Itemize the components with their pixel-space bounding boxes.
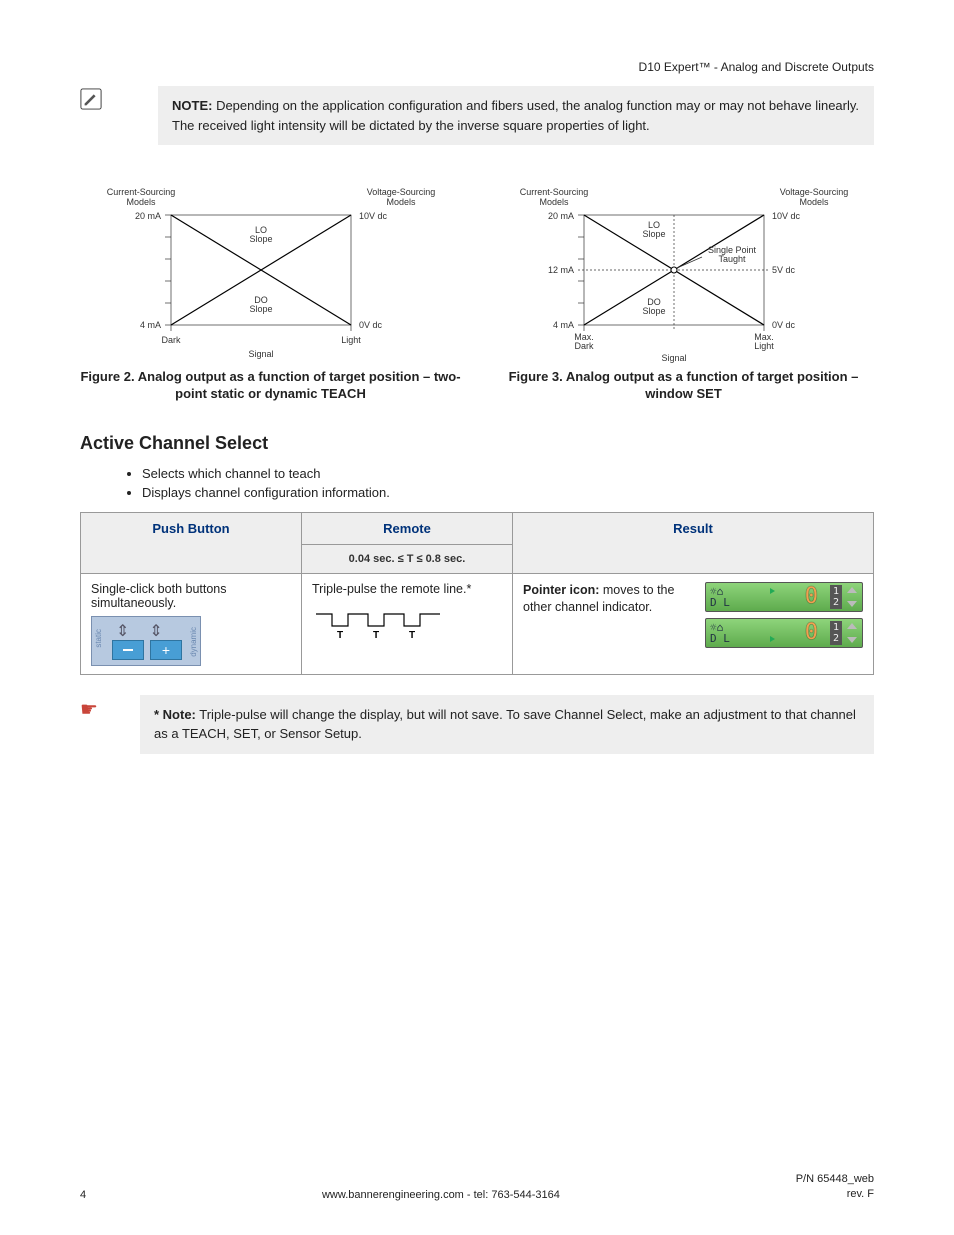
plus-button: + — [150, 640, 182, 660]
svg-text:Slope: Slope — [642, 229, 665, 239]
arrow-icon: ⇕ — [149, 621, 162, 641]
pencil-icon — [80, 88, 102, 110]
svg-text:4 mA: 4 mA — [552, 320, 573, 330]
page-footer: 4 www.bannerengineering.com - tel: 763-5… — [80, 1172, 874, 1201]
svg-text:Signal: Signal — [661, 353, 686, 363]
svg-text:Models: Models — [799, 197, 829, 207]
svg-text:20 mA: 20 mA — [547, 211, 573, 221]
svg-text:4 mA: 4 mA — [139, 320, 160, 330]
svg-text:Current-Sourcing: Current-Sourcing — [519, 187, 588, 197]
list-item: Selects which channel to teach — [142, 466, 874, 481]
svg-text:10V dc: 10V dc — [772, 211, 801, 221]
pointer-icon — [770, 636, 775, 642]
svg-text:T: T — [409, 630, 415, 641]
cell-remote: Triple-pulse the remote line.* T T T — [302, 573, 513, 674]
svg-text:Signal: Signal — [248, 349, 273, 359]
svg-text:Slope: Slope — [249, 234, 272, 244]
svg-text:Dark: Dark — [161, 335, 181, 345]
list-item: Displays channel configuration informati… — [142, 485, 874, 500]
lcd-display: ☼⌂D L 0 12 — [705, 582, 863, 612]
label-dynamic: dynamic — [189, 627, 198, 657]
svg-text:Dark: Dark — [574, 341, 594, 351]
svg-text:5V dc: 5V dc — [772, 265, 796, 275]
note-box: NOTE: Depending on the application confi… — [158, 86, 874, 145]
svg-text:20 mA: 20 mA — [134, 211, 160, 221]
channel-select-table: Push Button Remote Result 0.04 sec. ≤ T … — [80, 512, 874, 675]
svg-text:Light: Light — [341, 335, 361, 345]
sub-note-label: * Note: — [154, 707, 196, 722]
cell-result: Pointer icon: moves to the other channel… — [513, 573, 874, 674]
svg-text:Slope: Slope — [249, 304, 272, 314]
svg-text:Current-Sourcing: Current-Sourcing — [106, 187, 175, 197]
minus-button — [112, 640, 144, 660]
svg-text:0V dc: 0V dc — [359, 320, 383, 330]
svg-text:T: T — [337, 630, 343, 641]
footer-page-num: 4 — [80, 1189, 86, 1201]
svg-text:Slope: Slope — [642, 306, 665, 316]
svg-text:T: T — [373, 630, 379, 641]
svg-text:Models: Models — [539, 197, 569, 207]
svg-text:10V dc: 10V dc — [359, 211, 388, 221]
th-result: Result — [513, 512, 874, 573]
label-static: static — [94, 629, 103, 648]
pointing-hand-icon: ☛ — [80, 697, 108, 722]
svg-text:Voltage-Sourcing: Voltage-Sourcing — [366, 187, 435, 197]
th-remote-sub: 0.04 sec. ≤ T ≤ 0.8 sec. — [302, 544, 513, 573]
footer-rev: rev. F — [796, 1187, 874, 1201]
th-remote: Remote — [302, 512, 513, 544]
svg-text:12 mA: 12 mA — [547, 265, 573, 275]
figure-2-caption: Figure 2. Analog output as a function of… — [80, 369, 461, 403]
sub-note-text: Triple-pulse will change the display, bu… — [154, 707, 856, 742]
svg-text:0V dc: 0V dc — [772, 320, 796, 330]
footer-pn: P/N 65448_web — [796, 1172, 874, 1186]
page-header: D10 Expert™ - Analog and Discrete Output… — [80, 60, 874, 74]
svg-text:Light: Light — [754, 341, 774, 351]
figure-3-chart: Current-Sourcing Models Voltage-Sourcing… — [514, 175, 854, 365]
push-button-panel: ⇕ ⇕ + static dynamic — [91, 616, 201, 666]
triangle-down-icon — [847, 637, 857, 643]
arrow-icon: ⇕ — [116, 621, 129, 641]
cell-push: Single-click both buttons simultaneously… — [81, 573, 302, 674]
svg-text:Models: Models — [126, 197, 156, 207]
triangle-up-icon — [847, 587, 857, 593]
svg-text:Models: Models — [386, 197, 416, 207]
pulse-diagram: T T T — [312, 602, 462, 642]
lcd-display: ☼⌂D L 0 12 — [705, 618, 863, 648]
section-title: Active Channel Select — [80, 433, 874, 454]
note-text: Depending on the application configurati… — [172, 98, 859, 133]
svg-text:Voltage-Sourcing: Voltage-Sourcing — [779, 187, 848, 197]
triangle-up-icon — [847, 623, 857, 629]
pointer-icon — [770, 588, 775, 594]
th-push-button: Push Button — [81, 512, 302, 573]
figure-3-caption: Figure 3. Analog output as a function of… — [493, 369, 874, 403]
svg-text:Taught: Taught — [718, 254, 746, 264]
sub-note-box: * Note: Triple-pulse will change the dis… — [140, 695, 874, 754]
triangle-down-icon — [847, 601, 857, 607]
figure-2-chart: Current-Sourcing Models Voltage-Sourcing… — [101, 175, 441, 365]
footer-center: www.bannerengineering.com - tel: 763-544… — [322, 1189, 560, 1201]
note-label: NOTE: — [172, 98, 212, 113]
